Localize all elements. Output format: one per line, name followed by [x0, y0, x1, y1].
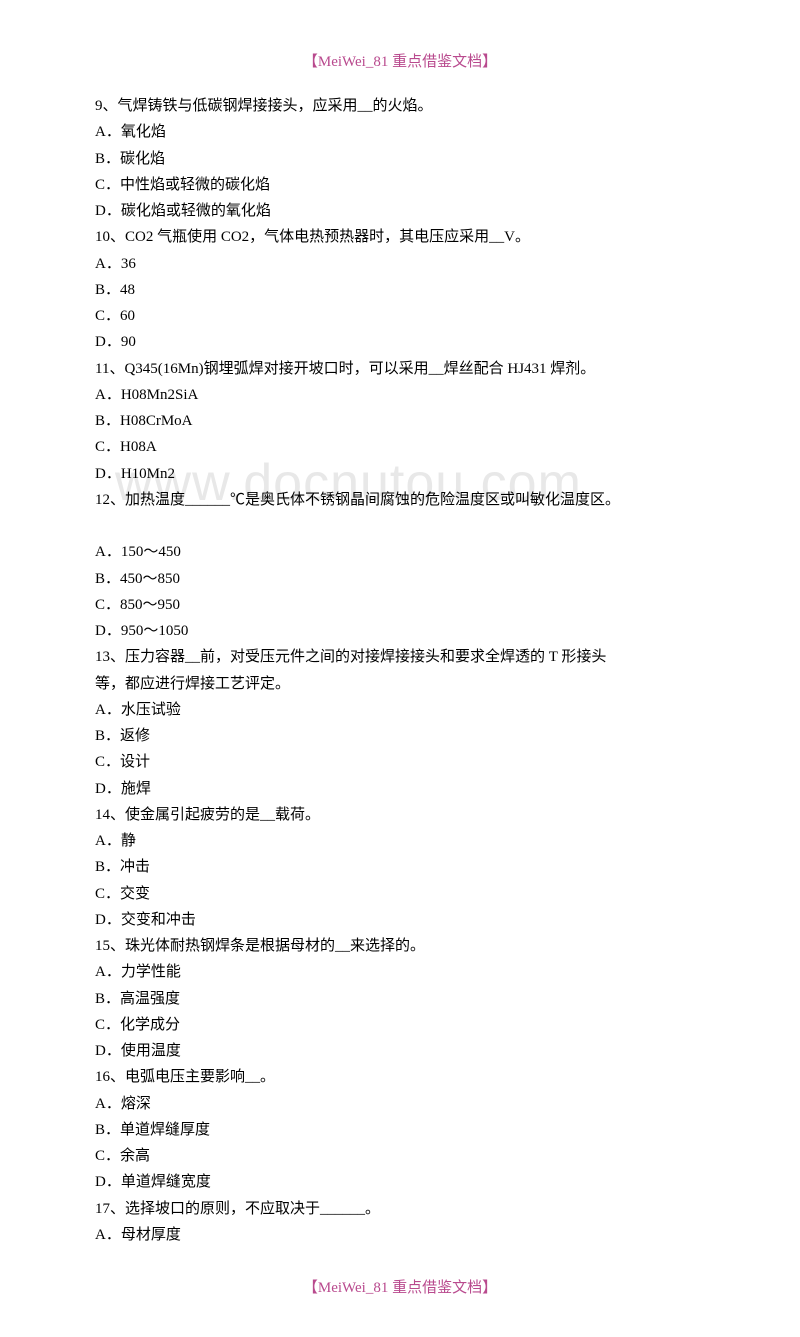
option-text: D．950～1050 — [95, 618, 705, 644]
option-text: A．熔深 — [95, 1091, 705, 1117]
question-text: 9、气焊铸铁与低碳钢焊接接头，应采用__的火焰。 — [95, 93, 705, 119]
option-text: B．H08CrMoA — [95, 408, 705, 434]
option-text: B．冲击 — [95, 854, 705, 880]
option-text: D．施焊 — [95, 776, 705, 802]
option-text: C．60 — [95, 303, 705, 329]
option-text: D．H10Mn2 — [95, 461, 705, 487]
option-text: D．单道焊缝宽度 — [95, 1169, 705, 1195]
option-text: B．高温强度 — [95, 986, 705, 1012]
option-text: C．中性焰或轻微的碳化焰 — [95, 172, 705, 198]
blank-line — [95, 513, 705, 539]
question-text-cont: 等，都应进行焊接工艺评定。 — [95, 671, 705, 697]
question-text: 14、使金属引起疲劳的是__载荷。 — [95, 802, 705, 828]
option-text: A．36 — [95, 251, 705, 277]
option-text: B．48 — [95, 277, 705, 303]
option-text: B．碳化焰 — [95, 146, 705, 172]
option-text: A．H08Mn2SiA — [95, 382, 705, 408]
option-text: B．单道焊缝厚度 — [95, 1117, 705, 1143]
option-text: C．850～950 — [95, 592, 705, 618]
option-text: A．力学性能 — [95, 959, 705, 985]
option-text: A．氧化焰 — [95, 119, 705, 145]
option-text: A．静 — [95, 828, 705, 854]
option-text: A．水压试验 — [95, 697, 705, 723]
option-text: A．母材厚度 — [95, 1222, 705, 1248]
option-text: C．化学成分 — [95, 1012, 705, 1038]
option-text: B．450～850 — [95, 566, 705, 592]
option-text: D．使用温度 — [95, 1038, 705, 1064]
question-text: 11、Q345(16Mn)钢埋弧焊对接开坡口时，可以采用__焊丝配合 HJ431… — [95, 356, 705, 382]
option-text: C．交变 — [95, 881, 705, 907]
option-text: D．90 — [95, 329, 705, 355]
question-text: 10、CO2 气瓶使用 CO2，气体电热预热器时，其电压应采用__V。 — [95, 224, 705, 250]
option-text: C．余高 — [95, 1143, 705, 1169]
question-text: 15、珠光体耐热钢焊条是根据母材的__来选择的。 — [95, 933, 705, 959]
question-text: 16、电弧电压主要影响__。 — [95, 1064, 705, 1090]
option-text: A．150～450 — [95, 539, 705, 565]
page-header: 【MeiWei_81 重点借鉴文档】 — [95, 50, 705, 71]
question-text: 12、加热温度______℃是奥氏体不锈钢晶间腐蚀的危险温度区或叫敏化温度区。 — [95, 487, 705, 513]
option-text: D．交变和冲击 — [95, 907, 705, 933]
page-footer: 【MeiWei_81 重点借鉴文档】 — [95, 1276, 705, 1297]
question-text: 17、选择坡口的原则，不应取决于______。 — [95, 1196, 705, 1222]
content-area: www.docnutou.com 9、气焊铸铁与低碳钢焊接接头，应采用__的火焰… — [95, 93, 705, 1248]
option-text: C．H08A — [95, 434, 705, 460]
option-text: B．返修 — [95, 723, 705, 749]
option-text: C．设计 — [95, 749, 705, 775]
question-text: 13、压力容器__前，对受压元件之间的对接焊接接头和要求全焊透的 T 形接头 — [95, 644, 705, 670]
option-text: D．碳化焰或轻微的氧化焰 — [95, 198, 705, 224]
